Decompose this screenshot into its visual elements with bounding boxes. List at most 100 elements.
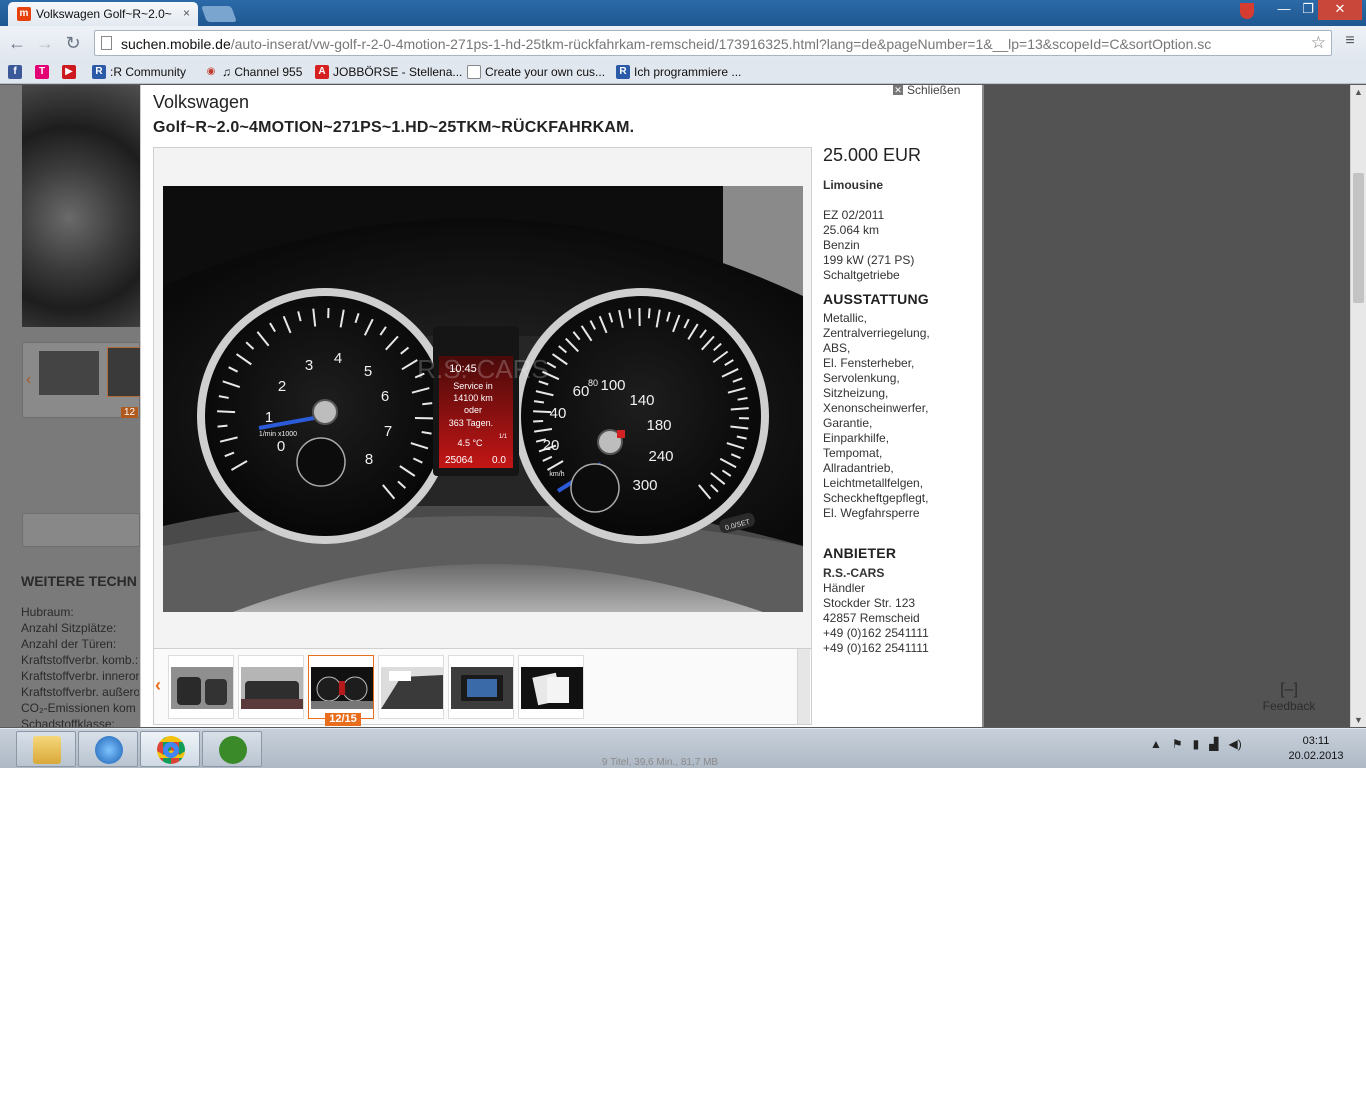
thumbnail-image: [521, 667, 583, 709]
main-photo-instrument-cluster[interactable]: 0 1 2 3 4 5 6 7 8 20 40 60 80 100 140 18…: [163, 186, 803, 612]
scroll-down-icon[interactable]: ▼: [1354, 715, 1363, 725]
clock-date: 20.02.2013: [1288, 750, 1344, 762]
page-scrollbar[interactable]: ▲ ▼: [1350, 85, 1366, 727]
close-lightbox-button[interactable]: ✕ Schließen: [893, 83, 960, 97]
taskbar-spotify[interactable]: [202, 731, 262, 767]
shield-icon[interactable]: [1240, 3, 1254, 19]
gauge-tick: [217, 424, 228, 428]
feedback-button[interactable]: [–] Feedback: [1254, 681, 1324, 713]
power-icon[interactable]: ▮: [1193, 737, 1200, 751]
mobile-de-favicon-icon: m: [17, 7, 31, 21]
itunes-icon: [95, 736, 123, 764]
equipment-item: El. Wegfahrsperre: [823, 506, 920, 520]
spec-gearbox: Schaltgetriebe: [823, 268, 900, 282]
tab-close-icon[interactable]: ×: [183, 6, 190, 20]
tab-active[interactable]: m Volkswagen Golf~R~2.0~ ×: [8, 2, 198, 26]
volume-icon[interactable]: ◀): [1229, 737, 1242, 751]
thumbnail-navigation[interactable]: [448, 655, 514, 719]
equipment-item: Scheckheftgepflegt,: [823, 491, 929, 505]
thumbnail-scrollbar[interactable]: [797, 649, 810, 724]
bookmark-ich-programmiere[interactable]: R Ich programmiere ...: [616, 63, 741, 81]
equipment-item: Tempomat,: [823, 446, 883, 460]
youtube-icon: ▶: [62, 65, 76, 79]
background-thumbstrip: ‹ 12: [22, 342, 141, 418]
spec-power: 199 kW (271 PS): [823, 253, 915, 267]
taskbar-chrome[interactable]: [140, 731, 200, 767]
thumbnail-instrument-cluster[interactable]: 12/15: [308, 655, 374, 726]
equipment-item: Einparkhilfe,: [823, 431, 890, 445]
feedback-label: Feedback: [1262, 699, 1316, 713]
new-tab-button[interactable]: [201, 6, 237, 22]
thumbnail-rear-seats[interactable]: [238, 655, 304, 719]
equipment-heading: AUSSTATTUNG: [823, 291, 929, 307]
reload-button[interactable]: ↻: [62, 32, 84, 54]
seller-city: 42857 Remscheid: [823, 611, 920, 625]
background-spec-label: Kraftstoffverbr. außerort: [21, 685, 139, 699]
bookmark-label: :R Community: [110, 65, 187, 79]
bookmark-youtube[interactable]: ▶: [62, 63, 76, 81]
thumbnail-seats[interactable]: [168, 655, 234, 719]
bookmark-community[interactable]: R:R Community: [92, 63, 186, 81]
warning-light-icon: [617, 430, 625, 438]
action-center-icon[interactable]: ⚑: [1172, 737, 1183, 751]
gauge-tick: [533, 400, 545, 404]
thumbnail-image: [451, 667, 513, 709]
rpm-label: 7: [384, 423, 392, 440]
equipment-item: Metallic,: [823, 311, 868, 325]
back-button[interactable]: ←: [6, 32, 28, 54]
thumbnail-documents[interactable]: [518, 655, 584, 719]
speed-label: 140: [629, 392, 654, 409]
scroll-thumb[interactable]: [1353, 173, 1364, 303]
facebook-icon: f: [8, 65, 22, 79]
bookmark-channel-955[interactable]: ◉ ♫ Channel 955: [204, 63, 303, 81]
window-close-button[interactable]: ✕: [1318, 0, 1362, 20]
speed-label: 40: [550, 405, 567, 422]
lcd-page: 1/1: [499, 434, 508, 440]
seller-heading: ANBIETER: [823, 545, 897, 561]
community-icon: R: [616, 65, 630, 79]
feedback-icon: [–]: [1280, 681, 1298, 698]
tray-overflow-icon[interactable]: ▲: [1150, 737, 1162, 751]
scroll-up-icon[interactable]: ▲: [1354, 87, 1363, 97]
listing-details: 25.000 EUR Limousine EZ 02/2011 25.064 k…: [823, 145, 973, 656]
speed-label: 20: [543, 437, 560, 454]
forward-button[interactable]: →: [34, 32, 56, 54]
bookmark-label: Ich programmiere ...: [634, 65, 742, 79]
address-bar[interactable]: suchen.mobile.de/auto-inserat/vw-golf-r-…: [94, 30, 1332, 56]
document-icon: [467, 65, 481, 79]
thumbnail-door[interactable]: [378, 655, 444, 719]
url-text[interactable]: suchen.mobile.de/auto-inserat/vw-golf-r-…: [121, 36, 1309, 52]
rpm-label: 5: [364, 363, 372, 380]
background-right-column: [984, 85, 1350, 727]
rpm-label: 0: [277, 438, 285, 455]
network-icon[interactable]: ▟: [1209, 737, 1218, 751]
equipment-item: Leichtmetallfelgen,: [823, 476, 924, 490]
seller-phone: +49 (0)162 2541111: [823, 626, 929, 640]
chrome-menu-icon[interactable]: ≡: [1340, 32, 1360, 50]
bookmark-jobboerse[interactable]: A JOBBÖRSE - Stellena...: [315, 63, 462, 81]
chevron-left-icon[interactable]: ‹: [155, 675, 161, 696]
spotify-icon: [219, 736, 247, 764]
equipment-item: El. Fensterheber,: [823, 356, 915, 370]
bookmark-telekom[interactable]: T: [35, 63, 49, 81]
gauge-tick: [533, 419, 544, 423]
spotify-status: 9 Titel, 39,6 Min., 81,7 MB: [601, 757, 719, 768]
gauge-tick: [422, 402, 433, 406]
taskbar-clock[interactable]: 03:11 20.02.2013: [1276, 734, 1356, 764]
system-tray: ▲ ⚑ ▮ ▟ ◀): [1150, 737, 1242, 751]
clock-time: 03:11: [1302, 735, 1330, 747]
taskbar-itunes[interactable]: [78, 731, 138, 767]
taskbar-explorer[interactable]: [16, 731, 76, 767]
rpm-needle-hub: [312, 399, 338, 425]
fuel-gauge: [570, 463, 620, 513]
background-section-heading: WEITERE TECHN: [21, 573, 137, 589]
tab-title: Volkswagen Golf~R~2.0~: [36, 7, 172, 21]
bookmark-star-icon[interactable]: ☆: [1311, 33, 1326, 53]
listing-lightbox: ✕ Schließen Volkswagen Golf~R~2.0~4MOTIO…: [140, 83, 984, 727]
gauge-tick: [533, 410, 552, 414]
background-spec-label: CO₂-Emissionen kom: [21, 701, 136, 715]
bookmark-create-your-own[interactable]: Create your own cus...: [467, 63, 605, 81]
background-spec-label: Schadstoffklasse:: [21, 717, 115, 727]
thumbnail-strip: ‹ 12/15: [154, 648, 811, 726]
bookmark-facebook[interactable]: f: [8, 63, 22, 81]
